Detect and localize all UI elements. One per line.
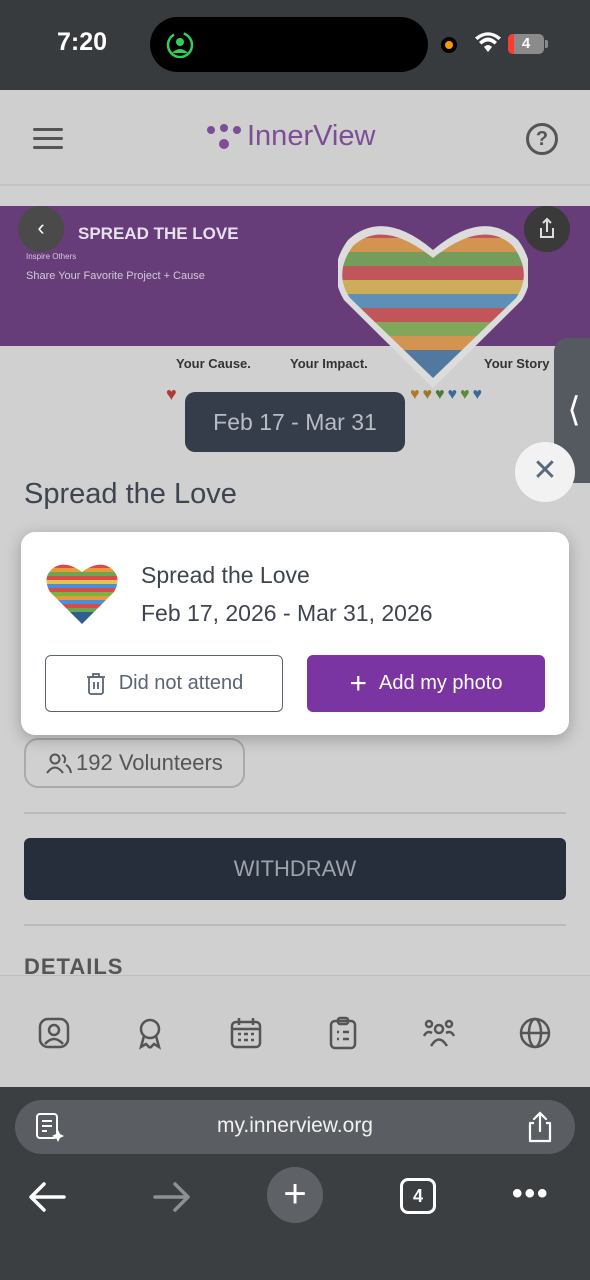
groups-icon[interactable]	[422, 1016, 456, 1050]
back-arrow-icon[interactable]	[20, 1169, 76, 1225]
dialog-dates: Feb 17, 2026 - Mar 31, 2026	[141, 600, 433, 626]
close-icon[interactable]: ✕	[515, 442, 575, 502]
status-time: 7:20	[57, 28, 108, 56]
bottom-nav	[0, 975, 590, 1087]
add-my-photo-button[interactable]: + Add my photo	[307, 655, 545, 712]
address-bar[interactable]: my.innerview.org	[15, 1100, 575, 1154]
share-icon[interactable]	[524, 206, 570, 252]
profile-icon[interactable]	[37, 1016, 71, 1050]
innerview-logo-icon	[207, 123, 241, 149]
banner-tagline: Your Cause.	[176, 356, 251, 371]
status-bar: 7:20 4	[0, 0, 590, 90]
share-icon[interactable]	[525, 1110, 555, 1144]
attendance-dialog: Spread the Love Feb 17, 2026 - Mar 31, 2…	[21, 532, 569, 735]
did-not-attend-label: Did not attend	[118, 672, 244, 694]
back-icon[interactable]: ‹	[18, 206, 64, 252]
trash-icon	[86, 672, 105, 695]
event-title: Spread the Love	[24, 478, 237, 510]
banner-subtitle: Share Your Favorite Project + Cause	[26, 270, 205, 282]
withdraw-button[interactable]: WITHDRAW	[24, 838, 566, 900]
did-not-attend-button[interactable]: Did not attend	[45, 655, 283, 712]
app-header: InnerView ?	[0, 90, 590, 186]
heart-icon: ♥	[166, 384, 177, 404]
calendar-icon[interactable]	[229, 1016, 263, 1050]
event-date-pill: Feb 17 - Mar 31	[185, 392, 405, 452]
plus-icon: +	[349, 666, 368, 700]
award-icon[interactable]	[133, 1016, 167, 1050]
brand-name: InnerView	[247, 120, 376, 152]
more-menu-icon[interactable]: •••	[512, 1177, 550, 1211]
rainbow-heart-icon	[46, 564, 118, 624]
battery-tip	[545, 40, 548, 48]
forward-arrow-icon[interactable]	[143, 1169, 199, 1225]
banner-subtitle: Inspire Others	[26, 252, 77, 261]
banner-title: SPREAD THE LOVE	[78, 224, 239, 243]
browser-toolbar: my.innerview.org + 4 •••	[0, 1087, 590, 1280]
dialog-title: Spread the Love	[141, 562, 310, 588]
new-tab-icon[interactable]: +	[267, 1167, 323, 1223]
globe-icon[interactable]	[518, 1016, 552, 1050]
person-activity-icon	[166, 31, 194, 59]
tabs-button[interactable]: 4	[400, 1178, 436, 1214]
wifi-icon	[475, 32, 501, 52]
recording-indicator-icon	[441, 37, 457, 53]
divider	[24, 812, 566, 814]
battery-icon: 4	[508, 34, 544, 54]
add-my-photo-label: Add my photo	[379, 672, 503, 694]
url-text: my.innerview.org	[216, 1114, 373, 1137]
clipboard-icon[interactable]	[326, 1016, 360, 1050]
help-icon[interactable]: ?	[526, 123, 558, 155]
colored-hearts-icon: ♥♥♥♥♥♥	[410, 386, 485, 403]
banner-tagline: Your Impact.	[290, 356, 368, 371]
people-icon	[46, 753, 72, 774]
brand-logo[interactable]: InnerView	[205, 120, 375, 153]
hamburger-menu-icon[interactable]	[33, 128, 63, 150]
banner-tagline: Your Story	[484, 356, 550, 371]
volunteers-count: 192 Volunteers	[76, 750, 223, 775]
volunteers-chip[interactable]: 192 Volunteers	[24, 738, 245, 788]
divider	[24, 924, 566, 926]
